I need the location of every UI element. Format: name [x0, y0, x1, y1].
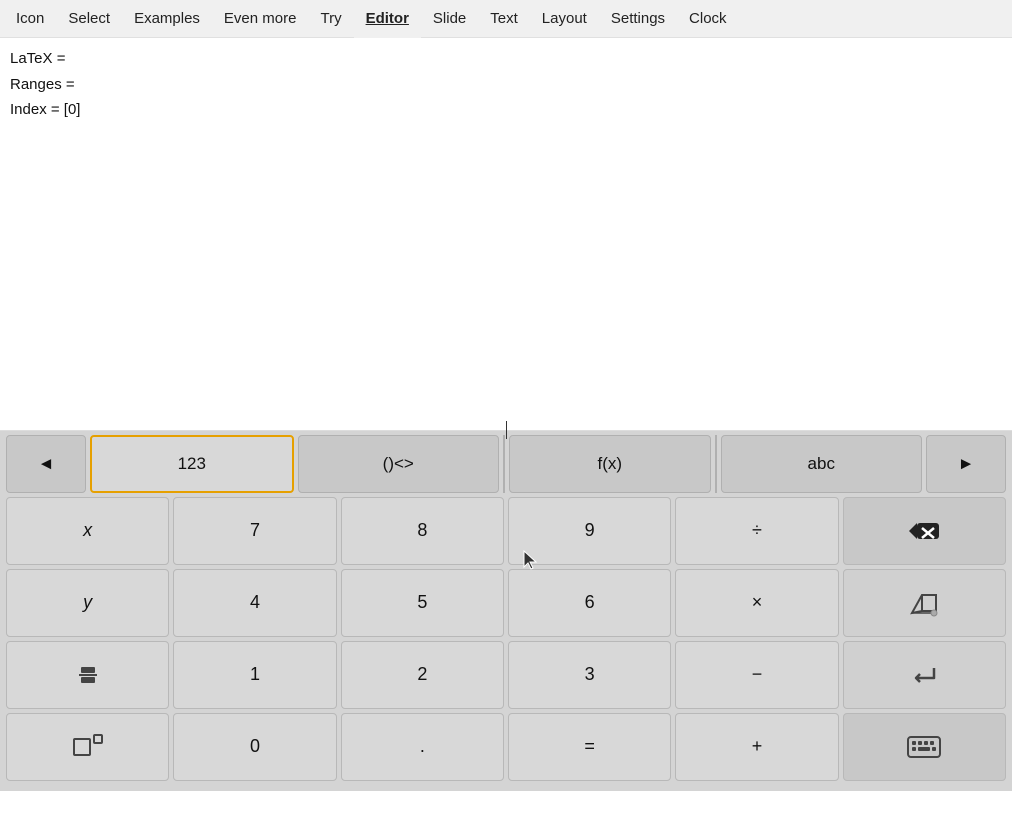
top-nav: IconSelectExamplesEven moreTryEditorSlid…: [0, 0, 1012, 38]
keyboard-cell-3-0[interactable]: [6, 713, 169, 781]
keyboard-cell-1-0[interactable]: y: [6, 569, 169, 637]
keyboard-btn-123[interactable]: 123: [90, 435, 294, 493]
nav-item-select[interactable]: Select: [56, 0, 122, 38]
nav-item-even-more[interactable]: Even more: [212, 0, 309, 38]
keyboard-cell-2-2[interactable]: 2: [341, 641, 504, 709]
keyboard-cell-1-2[interactable]: 5: [341, 569, 504, 637]
latex-label: LaTeX =: [10, 46, 1002, 72]
nav-item-clock[interactable]: Clock: [677, 0, 739, 38]
keyboard-btn-fx[interactable]: f(x): [509, 435, 711, 493]
nav-item-settings[interactable]: Settings: [599, 0, 677, 38]
keyboard-separator-1: [503, 435, 505, 493]
keyboard-cell-0-5[interactable]: [843, 497, 1006, 565]
keyboard-area: ◄ 123 ()<> f(x) abc ► x789÷y456×123−0.=+: [0, 431, 1012, 791]
keyboard-arrow-left[interactable]: ◄: [6, 435, 86, 493]
keyboard-row-2: 123−: [6, 641, 1006, 709]
nav-item-slide[interactable]: Slide: [421, 0, 478, 38]
keyboard-cell-1-1[interactable]: 4: [173, 569, 336, 637]
keyboard-cell-3-3[interactable]: =: [508, 713, 671, 781]
nav-item-layout[interactable]: Layout: [530, 0, 599, 38]
keyboard-row-3: 0.=+: [6, 713, 1006, 781]
keyboard-cell-0-0[interactable]: x: [6, 497, 169, 565]
keyboard-btn-paren[interactable]: ()<>: [298, 435, 500, 493]
keyboard-cell-0-1[interactable]: 7: [173, 497, 336, 565]
keyboard-cell-3-2[interactable]: .: [341, 713, 504, 781]
keyboard-separator-2: [715, 435, 717, 493]
keyboard-cell-3-1[interactable]: 0: [173, 713, 336, 781]
keyboard-cell-3-5[interactable]: [843, 713, 1006, 781]
index-label: Index = [0]: [10, 97, 1002, 123]
keyboard-cell-2-3[interactable]: 3: [508, 641, 671, 709]
keyboard-arrow-right[interactable]: ►: [926, 435, 1006, 493]
keyboard-cell-2-4[interactable]: −: [675, 641, 838, 709]
keyboard-cell-1-5[interactable]: [843, 569, 1006, 637]
keyboard-cell-0-3[interactable]: 9: [508, 497, 671, 565]
nav-item-examples[interactable]: Examples: [122, 0, 212, 38]
nav-item-editor[interactable]: Editor: [354, 0, 421, 38]
info-area: LaTeX = Ranges = Index = [0]: [0, 38, 1012, 131]
keyboard-row-0: x789÷: [6, 497, 1006, 565]
nav-item-text[interactable]: Text: [478, 0, 530, 38]
text-cursor: [506, 421, 507, 439]
keyboard-cell-1-4[interactable]: ×: [675, 569, 838, 637]
keyboard-cell-0-2[interactable]: 8: [341, 497, 504, 565]
keyboard-cell-3-4[interactable]: +: [675, 713, 838, 781]
editor-canvas[interactable]: [0, 131, 1012, 431]
keyboard-cell-2-0[interactable]: [6, 641, 169, 709]
ranges-label: Ranges =: [10, 72, 1002, 98]
keyboard-cell-1-3[interactable]: 6: [508, 569, 671, 637]
keyboard-btn-abc[interactable]: abc: [721, 435, 923, 493]
keyboard-cell-2-5[interactable]: [843, 641, 1006, 709]
nav-item-icon[interactable]: Icon: [4, 0, 56, 38]
nav-item-try[interactable]: Try: [308, 0, 353, 38]
keyboard-grid: x789÷y456×123−0.=+: [6, 497, 1006, 781]
keyboard-cell-0-4[interactable]: ÷: [675, 497, 838, 565]
keyboard-row-1: y456×: [6, 569, 1006, 637]
keyboard-cell-2-1[interactable]: 1: [173, 641, 336, 709]
keyboard-top-row: ◄ 123 ()<> f(x) abc ►: [6, 435, 1006, 493]
